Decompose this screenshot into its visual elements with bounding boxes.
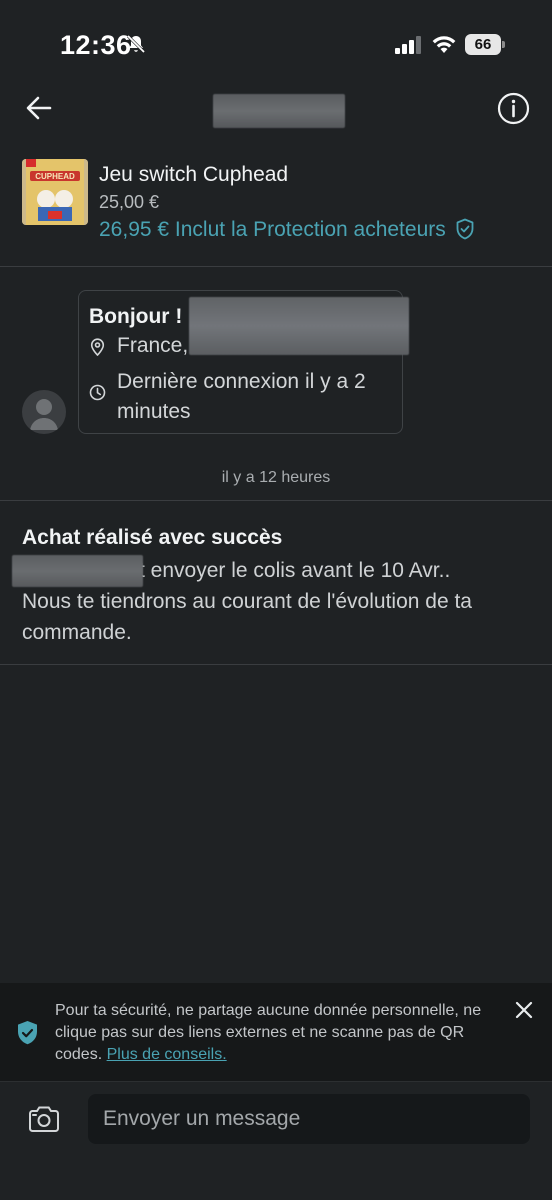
battery-indicator: 66 — [465, 34, 505, 55]
welcome-card: Bonjour ! France, Dernière connexion il … — [78, 290, 409, 434]
purchase-status-line2: Nous te tiendrons au courant de l'évolut… — [22, 590, 472, 644]
redacted-username — [213, 94, 345, 128]
avatar[interactable] — [22, 390, 66, 434]
user-location: France, — [117, 334, 189, 357]
redacted-name — [189, 297, 409, 355]
user-silhouette-icon — [30, 399, 58, 430]
safety-banner: Pour ta sécurité, ne partage aucune donn… — [0, 983, 552, 1081]
purchase-status-message: Achat réalisé avec succès t envoyer le c… — [0, 500, 552, 665]
item-summary[interactable]: CUPHEAD Jeu switch Cuphead 25,00 € 26,95… — [0, 150, 552, 267]
purchase-status-line1: t envoyer le colis avant le 10 Avr.. — [139, 559, 451, 582]
cellular-signal-icon — [395, 36, 421, 54]
bell-muted-icon — [126, 34, 146, 54]
greeting-title: Bonjour ! — [89, 305, 183, 328]
item-price: 25,00 € — [99, 192, 160, 212]
message-composer — [0, 1081, 552, 1200]
shield-check-icon — [18, 1021, 37, 1045]
message-input[interactable] — [88, 1094, 530, 1144]
conversation-header — [0, 88, 552, 128]
redacted-text — [12, 555, 143, 587]
safety-tip: Pour ta sécurité, ne partage aucune donn… — [55, 1000, 505, 1066]
battery-level: 66 — [465, 34, 501, 55]
buyer-protection-price[interactable]: 26,95 € Inclut la Protection acheteurs — [99, 218, 475, 242]
protection-label: Inclut la Protection acheteurs — [174, 218, 446, 241]
cuphead-cover-image: CUPHEAD — [22, 159, 88, 225]
item-thumbnail[interactable]: CUPHEAD — [22, 159, 88, 225]
location-pin-icon — [90, 338, 105, 356]
arrow-left-icon[interactable] — [24, 94, 54, 122]
purchase-status-title: Achat réalisé avec succès — [22, 526, 283, 549]
message-timestamp: il y a 12 heures — [221, 469, 331, 486]
close-icon[interactable] — [515, 1001, 533, 1019]
item-title: Jeu switch Cuphead — [99, 163, 289, 186]
total-price: 26,95 € — [99, 218, 170, 241]
status-bar: 12:36 66 — [0, 0, 552, 90]
svg-text:CUPHEAD: CUPHEAD — [35, 172, 75, 181]
wifi-icon — [432, 36, 456, 53]
more-tips-link[interactable]: Plus de conseils. — [107, 1046, 227, 1063]
camera-icon[interactable] — [27, 1105, 61, 1133]
shield-check-icon — [456, 218, 473, 240]
clock-icon — [89, 384, 106, 401]
info-circle-icon[interactable] — [497, 92, 530, 125]
last-seen: Dernière connexion il y a 2 minutes — [117, 370, 366, 423]
status-time: 12:36 — [60, 30, 132, 60]
